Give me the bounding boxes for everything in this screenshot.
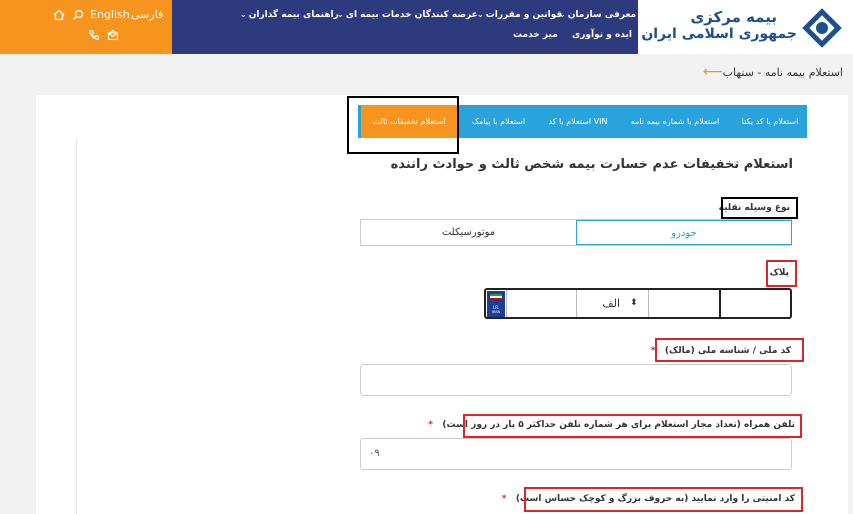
nav-item-ideas[interactable]: ایده و نوآوری (572, 30, 632, 40)
lang-english-link[interactable]: English (90, 8, 130, 21)
nav-item-providers[interactable]: ⌄ عرضه کنندگان خدمات بیمه ای (337, 10, 478, 20)
nav-item-service-desk[interactable]: میز خدمت (513, 30, 558, 40)
chevron-down-icon: ⌄ (240, 10, 247, 19)
nav-item-laws[interactable]: ⌄ قوانین و مقررات (477, 10, 562, 20)
logo-emblem-icon (802, 8, 842, 48)
vehicle-option-motorcycle[interactable]: موتورسیکلت (361, 220, 576, 245)
nav-item-guide[interactable]: ⌄ راهنمای بیمه گذاران (240, 10, 339, 20)
vehicle-type-selector: خودرو موتورسیکلت (360, 219, 792, 246)
tab-sms[interactable]: استعلام با پیامک (461, 105, 536, 138)
highlight-box (721, 197, 798, 219)
plate-divider (719, 290, 721, 317)
plate-letter-select[interactable]: الف ⬍ (576, 290, 648, 317)
logo[interactable]: بیمه مرکزی جمهوری اسلامی ایران (638, 0, 853, 54)
breadcrumb: استعلام بیمه نامه - سنهاب (722, 66, 843, 79)
search-icon[interactable] (72, 9, 84, 23)
logo-subtitle: جمهوری اسلامی ایران (641, 26, 797, 42)
main-nav: ⌄ معرفی سازمان ⌄ قوانین و مقررات ⌄ عرضه کنن… (172, 0, 638, 54)
national-id-input[interactable] (360, 364, 792, 396)
site-header: English فارسی ⌄ معرفی سازمان ⌄ قوانین و مق… (0, 0, 853, 54)
tab-unique-code[interactable]: استعلام با کد یکتا (733, 105, 807, 138)
back-arrow-icon[interactable]: ⟵ (703, 64, 723, 80)
highlight-box (766, 260, 797, 287)
phone-input[interactable]: ۰۹ (360, 438, 792, 470)
home-icon[interactable] (53, 9, 65, 23)
tab-policy-number[interactable]: استعلام با شماره بیمه نامه (620, 105, 730, 138)
chevron-down-icon: ⌄ (477, 10, 484, 19)
required-asterisk: * (428, 420, 434, 430)
highlight-box (655, 338, 804, 362)
tab-vin-code[interactable]: استعلام با کد VIN (538, 105, 618, 138)
select-arrows-icon: ⬍ (630, 298, 638, 308)
highlight-box (524, 487, 803, 512)
vehicle-option-car[interactable]: خودرو (576, 220, 792, 245)
svg-text:IRAN: IRAN (492, 310, 501, 314)
highlight-box (463, 414, 802, 438)
header-utility-bar: English فارسی (0, 0, 172, 54)
plate-letter-value: الف (602, 297, 620, 310)
logo-title: بیمه مرکزی (690, 8, 777, 26)
phone-icon[interactable] (88, 29, 100, 43)
plate-input: I.R. IRAN الف ⬍ (484, 288, 792, 319)
plate-divider (648, 290, 649, 317)
lang-farsi-link[interactable]: فارسی (131, 8, 163, 21)
iran-plate-flag-icon: I.R. IRAN (487, 291, 505, 317)
nav-item-about[interactable]: ⌄ معرفی سازمان (559, 10, 636, 20)
mail-icon[interactable] (107, 29, 119, 43)
required-asterisk: * (501, 494, 507, 504)
form-title: استعلام تخفیفات عدم خسارت بیمه شخص ثالث … (390, 157, 793, 172)
plate-divider (506, 290, 507, 317)
